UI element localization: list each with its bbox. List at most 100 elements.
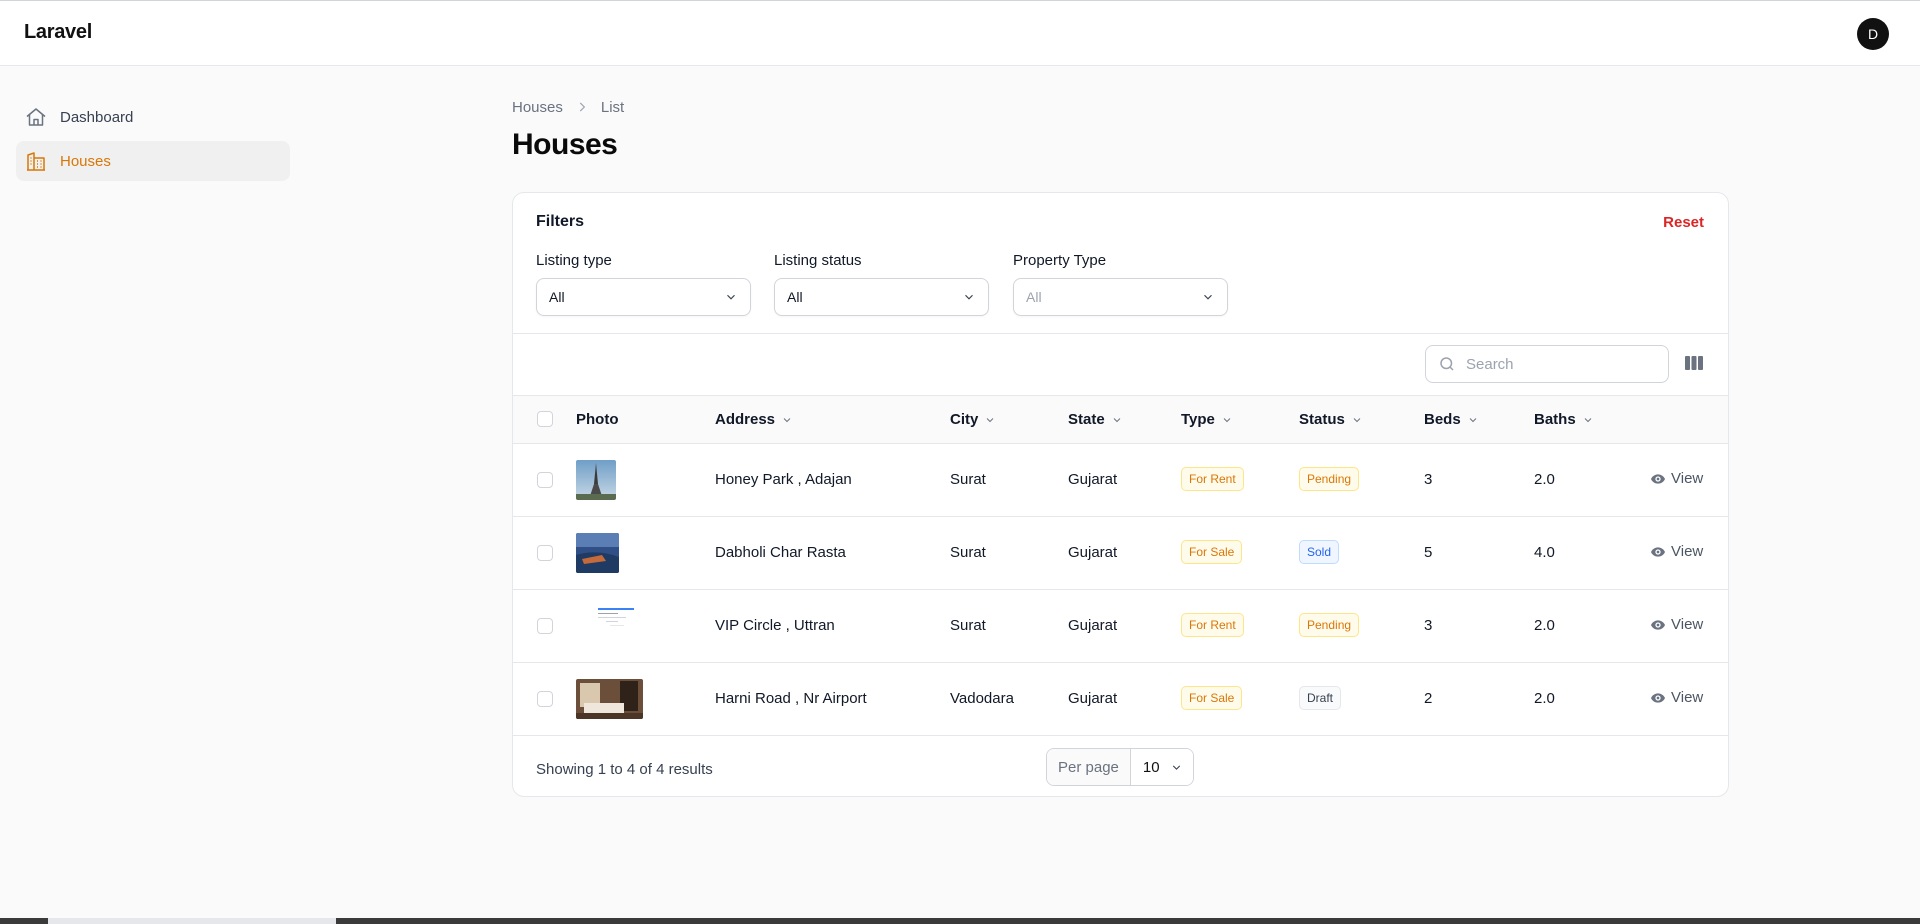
column-header-address[interactable]: Address [715,411,793,428]
column-label: Beds [1424,411,1461,428]
page-header: Houses List Houses [512,96,1728,162]
cell-city: Vadodara [950,690,1014,707]
status-badge: Pending [1299,467,1360,491]
view-button[interactable]: View [1650,470,1703,487]
column-header-status[interactable]: Status [1299,411,1363,428]
eye-icon [1651,692,1665,703]
property-type-select[interactable]: All [1013,278,1228,316]
row-checkbox[interactable] [537,545,553,561]
type-badge: For Sale [1181,686,1243,710]
table-row[interactable]: Honey Park , Adajan Surat Gujarat For Re… [513,444,1728,517]
cell-beds: 2 [1424,690,1433,707]
view-label: View [1671,470,1704,487]
chevron-down-icon [727,294,735,300]
chevron-right-icon [575,100,589,114]
search-box [1425,345,1669,383]
view-button[interactable]: View [1650,616,1703,633]
row-checkbox[interactable] [537,691,553,707]
top-bar: Laravel D [0,0,1920,66]
listing-type-value: All [549,289,565,305]
column-label: State [1068,411,1105,428]
results-summary: Showing 1 to 4 of 4 results [536,761,713,778]
breadcrumb-houses[interactable]: Houses [512,99,563,116]
cell-address: Dabholi Char Rasta [715,544,846,561]
table-row[interactable]: Dabholi Char Rasta Surat Gujarat For Sal… [513,517,1728,590]
chevron-down-icon [986,417,994,422]
listing-type-label: Listing type [536,252,612,269]
column-label: Baths [1534,411,1576,428]
page-title: Houses [512,128,618,161]
column-header-type[interactable]: Type [1181,411,1233,428]
row-checkbox[interactable] [537,472,553,488]
view-label: View [1671,543,1704,560]
search-input[interactable] [1466,355,1646,373]
cell-address: Harni Road , Nr Airport [715,690,867,707]
column-header-city[interactable]: City [950,411,996,428]
column-label: Type [1181,411,1215,428]
type-badge: For Sale [1181,540,1243,564]
column-header-photo: Photo [576,411,619,428]
listing-status-filter: Listing status All [774,252,989,316]
cell-baths: 4.0 [1534,544,1555,561]
scrollbar-thumb[interactable] [48,918,336,924]
brand-logo[interactable]: Laravel [24,21,92,44]
cell-beds: 3 [1424,617,1433,634]
cell-state: Gujarat [1068,617,1118,634]
eye-icon [1651,473,1665,484]
per-page-select: Per page 10 [1046,748,1194,786]
view-label: View [1671,689,1704,706]
listing-type-select[interactable]: All [536,278,751,316]
type-badge: For Rent [1181,613,1244,637]
status-badge: Draft [1299,686,1342,710]
column-header-baths[interactable]: Baths [1534,411,1594,428]
home-icon [26,108,46,126]
sidebar-item-label: Houses [60,152,111,170]
column-header-beds[interactable]: Beds [1424,411,1479,428]
column-toggle-button[interactable] [1685,355,1703,376]
breadcrumb-list[interactable]: List [601,99,624,116]
table-header: Photo Address City State Type Status Bed… [513,395,1728,444]
column-label: Status [1299,411,1345,428]
cell-city: Surat [950,617,986,634]
sidebar: Dashboard Houses [16,97,290,185]
listing-status-select[interactable]: All [774,278,989,316]
cell-state: Gujarat [1068,690,1118,707]
listing-status-value: All [787,289,803,305]
cell-address: Honey Park , Adajan [715,471,852,488]
property-type-filter: Property Type All [1013,252,1228,316]
houses-table-card: Filters Reset Listing type All Listing s… [512,192,1729,797]
property-type-label: Property Type [1013,252,1107,269]
house-photo [576,460,616,500]
cell-beds: 3 [1424,471,1433,488]
chevron-down-icon [1204,294,1212,300]
column-header-state[interactable]: State [1068,411,1123,428]
per-page-label: Per page [1047,749,1131,785]
cell-city: Surat [950,471,986,488]
cell-baths: 2.0 [1534,617,1555,634]
cell-state: Gujarat [1068,544,1118,561]
cell-state: Gujarat [1068,471,1118,488]
breadcrumb: Houses List [512,96,1728,118]
sidebar-item-dashboard[interactable]: Dashboard [16,97,290,137]
row-checkbox[interactable] [537,618,553,634]
bottom-scrollbar[interactable] [0,918,1920,924]
view-button[interactable]: View [1650,689,1703,706]
status-badge: Sold [1299,540,1340,564]
listing-status-label: Listing status [774,252,862,269]
reset-filters-button[interactable]: Reset [1663,214,1704,231]
chevron-down-icon [1353,417,1361,422]
sidebar-item-houses[interactable]: Houses [16,141,290,181]
cell-address: VIP Circle , Uttran [715,617,835,634]
per-page-dropdown[interactable]: 10 [1130,749,1193,785]
view-button[interactable]: View [1650,543,1703,560]
view-label: View [1671,616,1704,633]
user-avatar[interactable]: D [1857,18,1889,50]
cell-baths: 2.0 [1534,471,1555,488]
building-icon [27,152,45,171]
table-row[interactable]: Harni Road , Nr Airport Vadodara Gujarat… [513,663,1728,736]
divider [513,333,1728,334]
chevron-down-icon [1113,417,1121,422]
filters-heading: Filters [536,213,585,230]
table-row[interactable]: VIP Circle , Uttran Surat Gujarat For Re… [513,590,1728,663]
select-all-checkbox[interactable] [537,411,553,427]
